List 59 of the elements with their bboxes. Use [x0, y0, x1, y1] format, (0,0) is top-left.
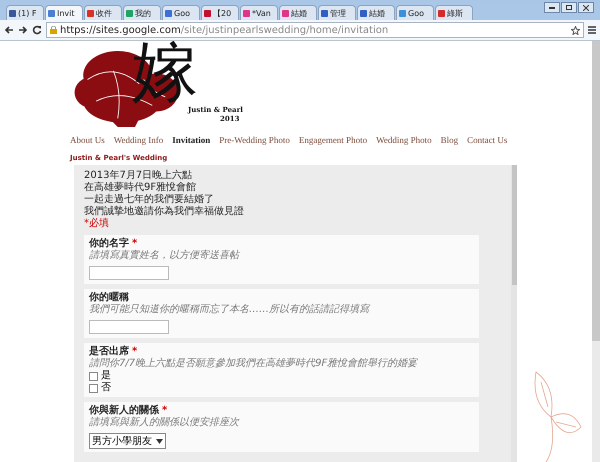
- question-title: 你的暱稱: [89, 292, 129, 303]
- browser-tab[interactable]: *Van: [240, 5, 278, 20]
- close-button[interactable]: [578, 2, 594, 13]
- intro-line: 我們誠摯地邀請你為我們幸福做見證: [84, 206, 245, 218]
- intro-line: 2013年7月7日晚上六點: [84, 170, 194, 182]
- question-title: 你與新人的關係: [89, 405, 159, 416]
- nav-link[interactable]: Wedding Info: [114, 135, 164, 145]
- browser-tab[interactable]: Invit: [45, 5, 83, 20]
- browser-tab[interactable]: 【20: [201, 5, 239, 20]
- browser-tab[interactable]: 結婚: [357, 5, 395, 20]
- back-icon[interactable]: [4, 25, 14, 35]
- nav-link[interactable]: Blog: [440, 135, 458, 145]
- nav-link[interactable]: Invitation: [172, 135, 210, 145]
- question-title: 是否出席: [89, 346, 129, 357]
- lock-icon: [50, 26, 57, 34]
- browser-tab[interactable]: 管理: [318, 5, 356, 20]
- required-mark: *: [162, 405, 168, 416]
- minimize-icon: [549, 6, 555, 8]
- minimize-button[interactable]: [544, 2, 560, 13]
- required-mark: *: [132, 346, 138, 357]
- menu-icon[interactable]: [588, 26, 596, 34]
- address-bar[interactable]: https://sites.google.com/site/justinpearlswedding/home/invitation: [46, 22, 584, 38]
- forward-icon[interactable]: [18, 25, 28, 35]
- intro-line: 在高雄夢時代9F雅悅會館: [84, 182, 198, 194]
- option-label: 否: [101, 382, 111, 394]
- text-field[interactable]: [89, 320, 169, 334]
- dropdown[interactable]: 男方小學朋友: [89, 433, 166, 449]
- star-icon[interactable]: [571, 26, 580, 34]
- browser-tab[interactable]: 綠斯: [435, 5, 473, 20]
- nav-link[interactable]: Wedding Photo: [376, 135, 432, 145]
- caret-icon: [156, 438, 163, 444]
- required-mark: *: [132, 238, 138, 249]
- browser-tab[interactable]: (1) F: [6, 5, 44, 20]
- browser-tab[interactable]: 我的: [123, 5, 161, 20]
- browser-tab[interactable]: Goo: [162, 5, 200, 20]
- nav-link[interactable]: Pre-Wedding Photo: [219, 135, 290, 145]
- close-icon: [583, 4, 589, 10]
- nav-link[interactable]: Contact Us: [467, 135, 508, 145]
- browser-tab[interactable]: 收件: [84, 5, 122, 20]
- nav-link[interactable]: Engagement Photo: [298, 135, 368, 145]
- scrollbar-thumb[interactable]: [592, 41, 600, 341]
- option-label: 是: [101, 370, 111, 382]
- required-note: *必填: [84, 218, 110, 230]
- question-hint: 請問你7/7晚上六點是否願意參加我們在高雄夢時代9F雅悅會館舉行的婚宴: [89, 358, 419, 370]
- intro-line: 一起走過七年的我們要結婚了: [84, 194, 215, 206]
- checkbox[interactable]: [89, 372, 98, 380]
- browser-tab[interactable]: 結婚: [279, 5, 317, 20]
- question-title: 你的名字: [89, 238, 129, 249]
- reload-icon[interactable]: [32, 25, 42, 35]
- question-hint: 我們可能只知道你的暱稱而忘了本名……所以有的話請記得填寫: [89, 304, 372, 316]
- text-field[interactable]: [89, 266, 169, 280]
- browser-tab[interactable]: Goo: [396, 5, 434, 20]
- nav-link[interactable]: About Us: [70, 135, 105, 145]
- checkbox[interactable]: [89, 384, 98, 392]
- question-hint: 請填寫與新人的關係以便安排座次: [89, 417, 240, 429]
- maximize-icon: [566, 5, 572, 10]
- scrollbar-thumb[interactable]: [512, 165, 517, 285]
- maximize-button[interactable]: [561, 2, 577, 13]
- question-hint: 請填寫真實姓名，以方便寄送喜帖: [89, 250, 242, 262]
